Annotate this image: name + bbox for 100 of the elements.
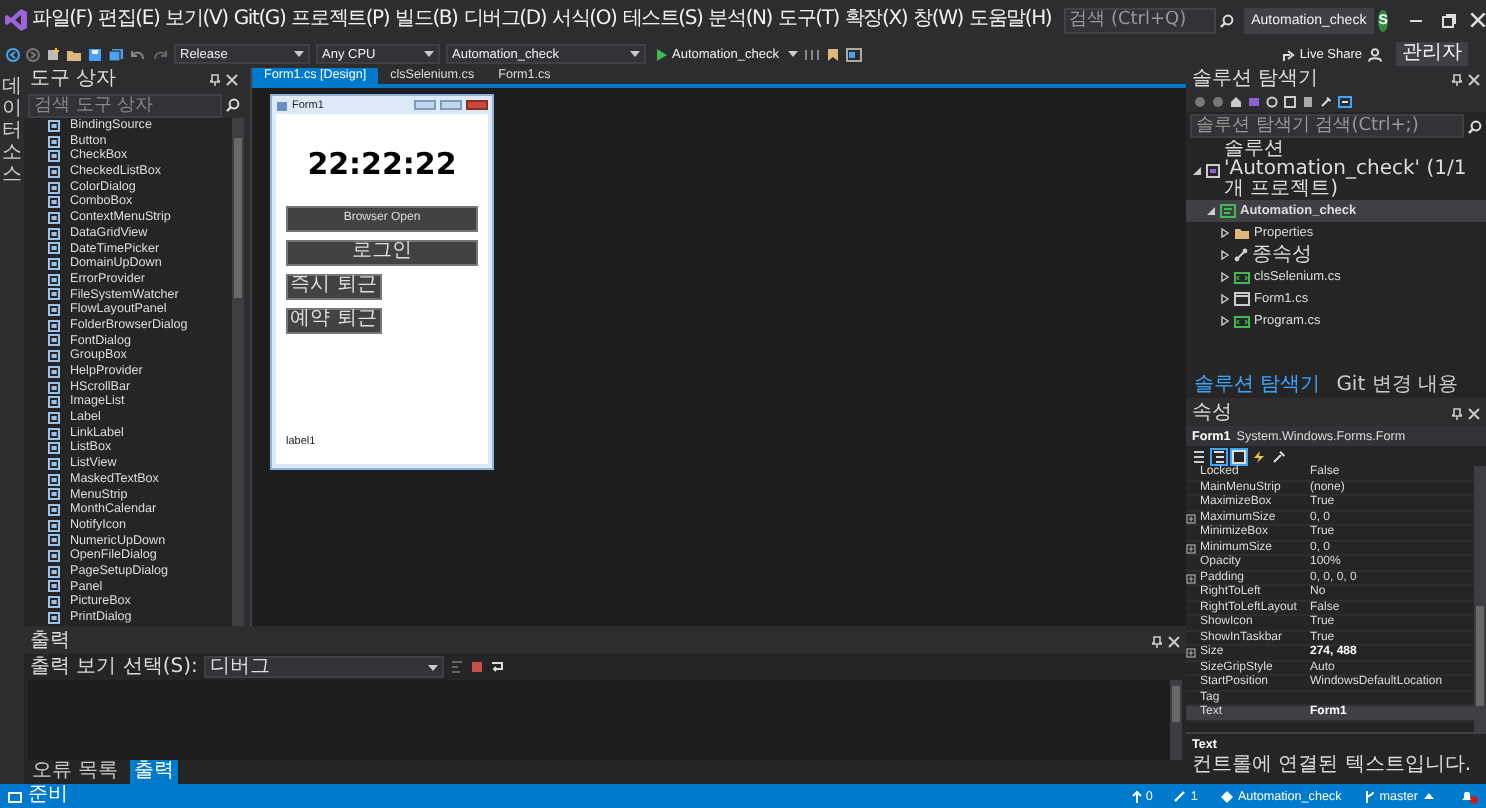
search-icon[interactable]	[1468, 119, 1482, 133]
caret-icon[interactable]	[788, 50, 799, 58]
menu-item[interactable]: 분석(N)	[706, 10, 775, 30]
menu-item[interactable]: 프로젝트(P)	[289, 10, 392, 30]
menu-item[interactable]: Git(G)	[231, 10, 288, 30]
menu-item[interactable]: 편집(E)	[96, 10, 162, 30]
folder-icon[interactable]	[66, 47, 82, 61]
collapsed-icon[interactable]	[1220, 294, 1230, 304]
close-icon[interactable]	[1468, 408, 1480, 420]
close-icon[interactable]	[1468, 74, 1480, 86]
scrollbar[interactable]	[232, 118, 244, 626]
form-button[interactable]: 예약 퇴근	[286, 307, 381, 333]
source-label: 출력 보기 선택(S):	[30, 657, 198, 677]
forward-icon[interactable]	[1212, 96, 1224, 108]
control-icon	[48, 119, 60, 132]
collapsed-icon[interactable]	[1220, 228, 1230, 238]
wrench-icon[interactable]	[1320, 96, 1332, 108]
restore-icon[interactable]	[1439, 12, 1456, 28]
redo-icon[interactable]	[152, 47, 168, 61]
caret-icon[interactable]	[427, 663, 438, 671]
forward-icon[interactable]	[26, 47, 40, 61]
caret-icon[interactable]	[424, 50, 434, 58]
search-icon[interactable]	[226, 98, 240, 112]
menu-item[interactable]: 도움말(H)	[966, 10, 1054, 30]
expanded-icon[interactable]	[1192, 165, 1202, 175]
panel-title: 출력	[30, 632, 72, 652]
preview-icon[interactable]	[1338, 96, 1352, 108]
panel-tab[interactable]: Git 변경 내용	[1332, 374, 1462, 398]
search-field[interactable]: 솔루션 탐색기 검색(Ctrl+;)	[1190, 114, 1464, 138]
sync-icon[interactable]	[1248, 96, 1260, 108]
save-icon[interactable]	[88, 47, 102, 61]
scrollbar[interactable]	[1170, 680, 1182, 760]
panel-tab[interactable]: 출력	[130, 760, 179, 784]
find-icon[interactable]	[449, 660, 464, 674]
expand-icon[interactable]	[1186, 573, 1196, 583]
step-icon[interactable]	[804, 47, 821, 61]
menu-item[interactable]: 창(W)	[911, 10, 965, 30]
form-button[interactable]: 즉시 퇴근	[286, 273, 381, 299]
form-button[interactable]: 로그인	[286, 239, 478, 265]
expand-icon[interactable]	[1186, 513, 1196, 523]
notification-icon[interactable]	[1460, 788, 1478, 804]
back-icon[interactable]	[1194, 96, 1206, 108]
new-item-icon[interactable]	[46, 47, 60, 61]
menu-item[interactable]: 도구(T)	[776, 10, 841, 30]
home-icon[interactable]	[1230, 96, 1242, 108]
bookmark-icon[interactable]	[826, 47, 841, 61]
collapsed-icon[interactable]	[1220, 272, 1230, 282]
menu-item[interactable]: 테스트(S)	[620, 10, 705, 30]
collapse-icon[interactable]	[1284, 96, 1296, 108]
scrollbar[interactable]	[1474, 466, 1486, 732]
history-icon[interactable]	[1266, 96, 1278, 108]
panel-tab[interactable]: 솔루션 탐색기	[1190, 374, 1325, 398]
clear-icon[interactable]	[469, 660, 484, 674]
wrench-icon[interactable]	[1272, 449, 1286, 463]
collapsed-icon[interactable]	[1220, 316, 1230, 326]
panel-title: 솔루션 탐색기	[1192, 70, 1321, 90]
close-icon[interactable]	[1469, 12, 1486, 28]
caret-icon[interactable]	[630, 50, 640, 58]
code-file-icon	[1234, 271, 1250, 283]
expand-icon[interactable]	[1186, 543, 1196, 553]
person-icon[interactable]	[1368, 47, 1382, 61]
pin-icon[interactable]	[1452, 408, 1462, 420]
menu-item[interactable]: 빌드(B)	[393, 10, 460, 30]
undo-icon[interactable]	[130, 47, 146, 61]
categorized-icon[interactable]	[1192, 449, 1206, 463]
search-icon[interactable]	[1219, 13, 1234, 27]
side-tab[interactable]: 데이터 소스	[2, 76, 22, 186]
save-all-icon[interactable]	[108, 47, 124, 61]
word-wrap-icon[interactable]	[489, 660, 504, 674]
window-icon[interactable]	[846, 47, 863, 61]
menu-item[interactable]: 파일(F)	[30, 10, 95, 30]
pencil-icon	[1174, 790, 1187, 802]
caret-up-icon[interactable]	[1424, 792, 1434, 800]
close-icon[interactable]	[226, 74, 238, 86]
search-field[interactable]: 검색 도구 상자	[28, 93, 222, 117]
expanded-icon[interactable]	[1206, 206, 1216, 216]
files-icon[interactable]	[1302, 96, 1314, 108]
panel-tab[interactable]: 오류 목록	[28, 760, 123, 784]
source-dropdown[interactable]: 디버그	[203, 656, 444, 678]
menu-item[interactable]: 디버그(D)	[461, 10, 549, 30]
menu-item[interactable]: 서식(O)	[550, 10, 619, 30]
menu-item[interactable]: 확장(X)	[842, 10, 910, 30]
pin-icon[interactable]	[1152, 636, 1162, 648]
pin-icon[interactable]	[1452, 74, 1462, 86]
menu-item[interactable]: 보기(V)	[163, 10, 230, 30]
back-icon[interactable]	[6, 47, 20, 61]
description-text: 컨트롤에 연결된 텍스트입니다.	[1192, 756, 1474, 776]
collapsed-icon[interactable]	[1220, 250, 1230, 260]
panel-title: 도구 상자	[30, 70, 119, 90]
properties-icon[interactable]	[1232, 449, 1246, 463]
app-logo-icon[interactable]	[4, 8, 28, 32]
pin-icon[interactable]	[210, 74, 220, 86]
caret-icon[interactable]	[294, 50, 304, 58]
references-icon	[1234, 248, 1248, 262]
dropdown-value: 디버그	[209, 657, 270, 677]
close-icon[interactable]	[1168, 636, 1180, 648]
search-field[interactable]: 검색 (Ctrl+Q)	[1063, 7, 1216, 33]
alphabetical-icon[interactable]	[1212, 449, 1226, 463]
tree-item[interactable]: 종속성	[1186, 244, 1486, 266]
expand-icon[interactable]	[1186, 648, 1196, 658]
